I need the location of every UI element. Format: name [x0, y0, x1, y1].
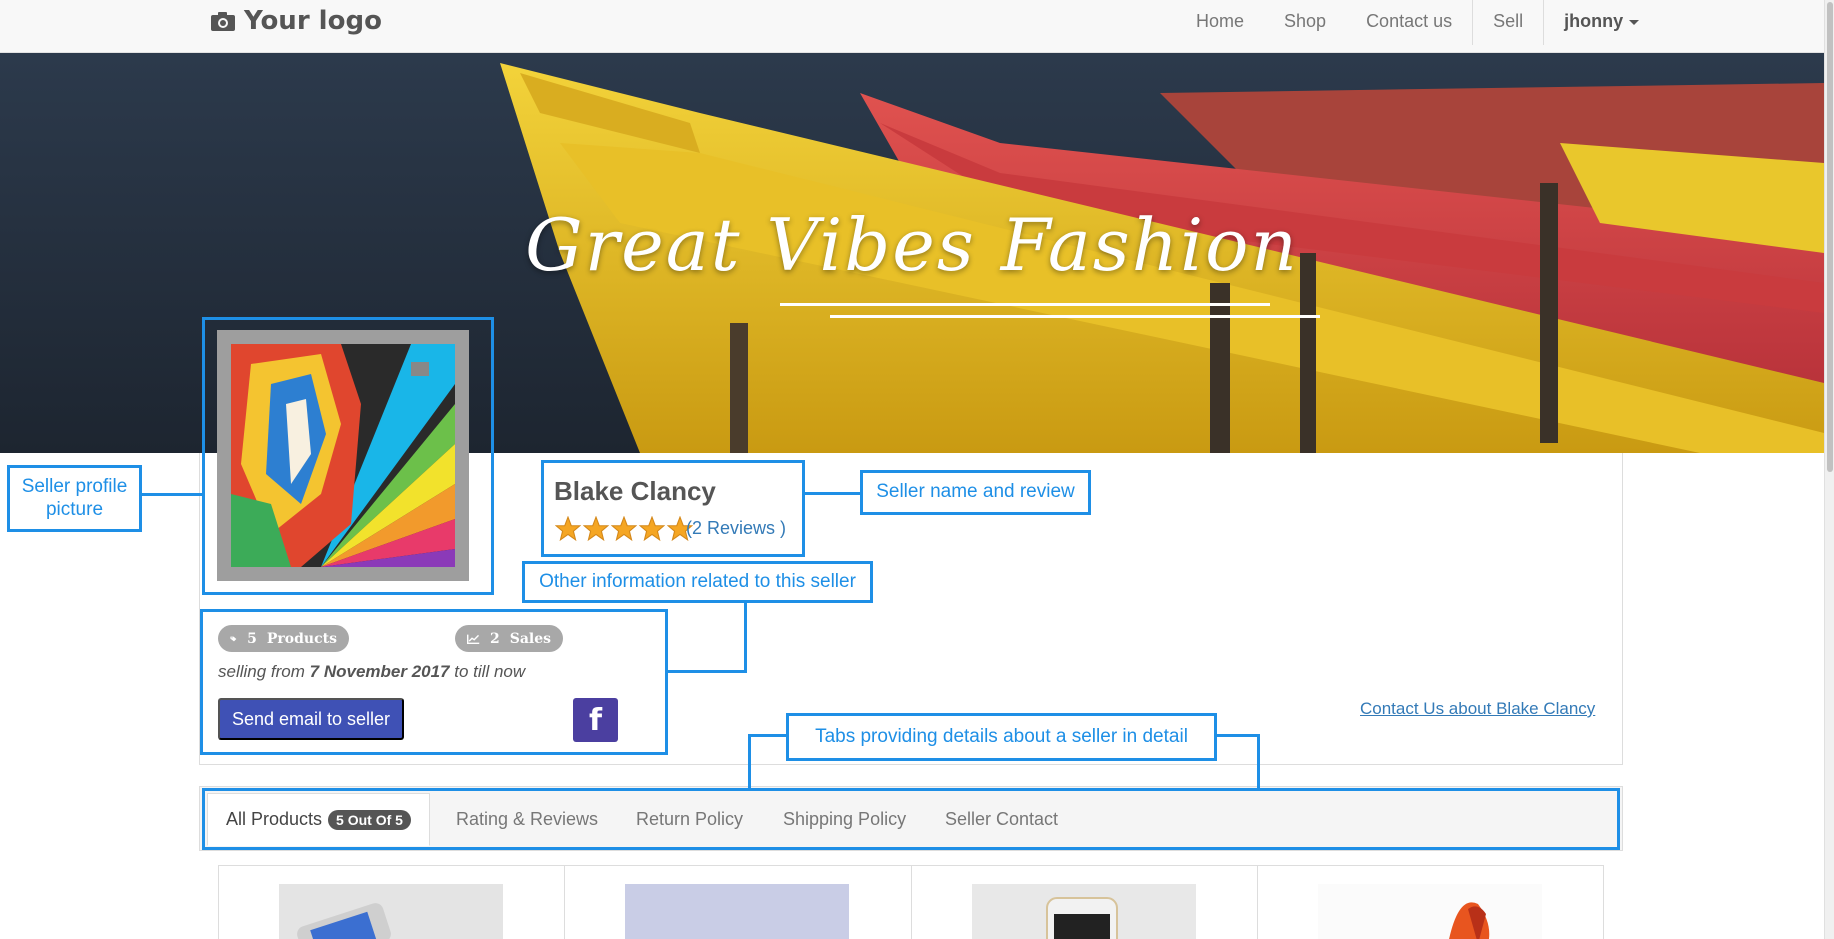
- phone-product-image: [971, 884, 1196, 939]
- title-underline: [830, 315, 1320, 318]
- title-underline: [780, 303, 1270, 306]
- top-navbar: Your logo Home Shop Contact us Sell jhon…: [0, 0, 1824, 53]
- product-card[interactable]: [1258, 866, 1603, 939]
- product-card[interactable]: [565, 866, 912, 939]
- main-nav: Home Shop Contact us Sell jhonny: [1176, 0, 1659, 45]
- annotation-tabs: Tabs providing details about a seller in…: [786, 713, 1217, 761]
- user-menu[interactable]: jhonny: [1544, 0, 1659, 42]
- nav-contact-us[interactable]: Contact us: [1346, 0, 1472, 42]
- annotation-connector: [744, 603, 747, 673]
- product-grid: [218, 865, 1604, 939]
- nav-shop[interactable]: Shop: [1264, 0, 1346, 42]
- annotation-profile-picture: Seller profile picture: [7, 465, 142, 532]
- site-logo[interactable]: Your logo: [210, 4, 382, 38]
- product-image: [625, 884, 850, 939]
- chevron-down-icon: [1629, 19, 1640, 25]
- shop-title: Great Vibes Fashion: [525, 203, 1299, 287]
- camera-icon: [211, 12, 235, 31]
- nav-home[interactable]: Home: [1176, 0, 1264, 42]
- scrollbar-thumb[interactable]: [1827, 2, 1833, 472]
- annotation-other-info: Other information related to this seller: [522, 561, 873, 603]
- product-card[interactable]: [912, 866, 1258, 939]
- annotation-connector: [142, 493, 202, 496]
- nav-sell[interactable]: Sell: [1473, 0, 1543, 42]
- product-image: [1317, 884, 1542, 939]
- annotation-frame-other-info: [200, 609, 668, 755]
- page-scrollbar[interactable]: [1824, 0, 1834, 939]
- annotation-frame-profile-picture: [202, 317, 494, 595]
- product-card[interactable]: [219, 866, 566, 939]
- annotation-connector: [748, 734, 786, 737]
- annotation-connector: [805, 492, 860, 495]
- annotation-connector: [1217, 734, 1260, 737]
- annotation-frame-name-review: [541, 460, 805, 557]
- annotation-frame-tabs: [202, 788, 1620, 850]
- logo-text: Your logo: [244, 6, 382, 36]
- annotation-name-review: Seller name and review: [860, 470, 1091, 515]
- annotation-connector: [668, 670, 747, 673]
- phone-product-image: [279, 884, 503, 939]
- annotation-connector: [1257, 734, 1260, 788]
- user-name: jhonny: [1564, 10, 1624, 31]
- contact-seller-link[interactable]: Contact Us about Blake Clancy: [1360, 699, 1595, 719]
- annotation-connector: [748, 734, 751, 788]
